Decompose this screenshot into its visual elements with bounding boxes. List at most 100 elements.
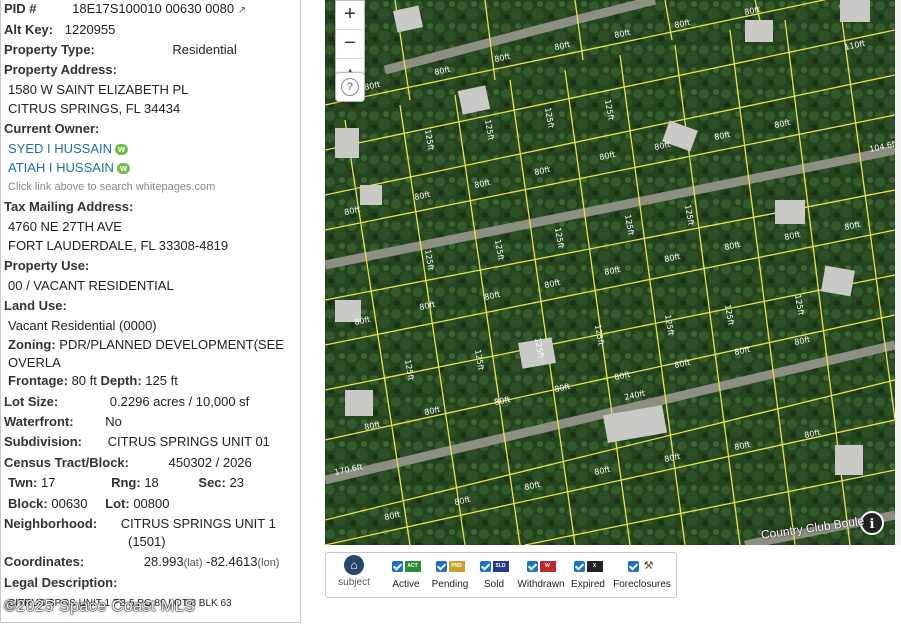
lot-size-row: Lot Size: 0.2296 acres / 10,000 sf — [4, 393, 249, 410]
withdrawn-icon: W — [539, 561, 556, 572]
owner-link-2[interactable]: ATIAH I HUSSAIN w — [8, 159, 130, 176]
help-icon: ? — [341, 78, 359, 96]
legend-label: Active — [392, 579, 420, 590]
foreclosures-checkbox[interactable] — [627, 561, 639, 572]
legend-foreclosures[interactable]: ⚒ Foreclosures — [612, 553, 672, 597]
sec-label: Sec: — [198, 475, 226, 490]
mailing-label: Tax Mailing Address: — [4, 199, 134, 214]
legend-label: Foreclosures — [613, 579, 671, 590]
waterfront-row: Waterfront: No — [4, 413, 122, 430]
address-line2: CITRUS SPRINGS, FL 34434 — [8, 101, 181, 116]
pending-checkbox[interactable] — [435, 561, 447, 572]
zoning-row: Zoning: PDR/PLANNED DEVELOPMENT(SEE — [8, 336, 284, 353]
pending-icon: PND — [448, 561, 465, 572]
alt-key-value: 1220955 — [64, 22, 116, 37]
coordinates-row: Coordinates: 28.993(lat) -82.4613(lon) — [4, 553, 279, 572]
mailing-line1: 4760 NE 27TH AVE — [8, 219, 122, 234]
census-label: Census Tract/Block: — [4, 455, 129, 470]
zoning-label: Zoning: — [8, 337, 56, 352]
expired-checkbox[interactable] — [573, 561, 585, 572]
subject-label: subject — [338, 577, 370, 588]
legend-active[interactable]: ACT Active — [388, 553, 424, 597]
longitude-value: -82.4613 — [206, 554, 258, 569]
frontage-row: Frontage: 80 ft Depth: 125 ft — [8, 372, 178, 389]
lot-value: 00800 — [133, 496, 170, 511]
pid-label: PID # — [4, 1, 37, 16]
twn-rng-sec-row: Twn: 17 Rng: 18 Sec: 23 — [8, 474, 244, 491]
property-type-label: Property Type: — [4, 42, 95, 57]
alt-key-label: Alt Key: — [4, 22, 54, 37]
zoning-value: PDR/PLANNED DEVELOPMENT(SEE — [59, 337, 284, 352]
property-use-label: Property Use: — [4, 258, 90, 273]
alt-key-row: Alt Key: 1220955 — [4, 21, 115, 38]
address-line1: 1580 W SAINT ELIZABETH PL — [8, 82, 189, 97]
legend-sold[interactable]: SLD Sold — [476, 553, 512, 597]
subdivision-row: Subdivision: CITRUS SPRINGS UNIT 01 — [4, 433, 270, 450]
zoom-in-button[interactable]: + — [336, 1, 364, 30]
copyright-watermark: ©2025 Space Coast MLS — [4, 598, 196, 615]
pid-row: PID # 18E17S100010 00630 0080 ↗ — [4, 0, 246, 19]
whitepages-icon[interactable]: w — [116, 163, 130, 175]
owner-name[interactable]: SYED I HUSSAIN — [8, 141, 112, 156]
map-side-strip — [895, 0, 901, 545]
whitepages-icon[interactable]: w — [115, 144, 129, 156]
neighborhood-label: Neighborhood: — [4, 516, 98, 531]
block-label: Block: — [8, 496, 48, 511]
block-value: 00630 — [51, 496, 88, 511]
sold-checkbox[interactable] — [479, 561, 491, 572]
expired-icon: X — [586, 561, 603, 572]
active-icon: ACT — [404, 561, 421, 572]
rng-value: 18 — [144, 475, 159, 490]
sold-icon: SLD — [492, 561, 509, 572]
satellite-map[interactable]: 80ft 80ft 80ft 80ft 80ft 80ft 80ft 110ft 80ft 80f… — [325, 0, 895, 545]
sec-value: 23 — [229, 475, 244, 490]
census-row: Census Tract/Block: 450302 / 2026 — [4, 454, 252, 471]
frontage-label: Frontage: — [8, 373, 68, 388]
active-checkbox[interactable] — [391, 561, 403, 572]
help-button[interactable]: ? — [335, 72, 365, 102]
legend-label: Withdrawn — [517, 579, 565, 590]
legend-label: Expired — [571, 579, 605, 590]
legend-withdrawn[interactable]: W Withdrawn — [516, 553, 566, 597]
owner-name[interactable]: ATIAH I HUSSAIN — [8, 160, 114, 175]
twn-value: 17 — [40, 475, 56, 490]
land-use-label: Land Use: — [4, 298, 67, 313]
map-imagery: 80ft80ft80ft80ft80ft80ft80ft110ft80ft80f… — [325, 0, 895, 545]
property-type-value: Residential — [172, 42, 237, 57]
withdrawn-checkbox[interactable] — [526, 561, 538, 572]
legend-expired[interactable]: X Expired — [568, 553, 608, 597]
subdivision-value: CITRUS SPRINGS UNIT 01 — [107, 434, 270, 449]
listing-legend: ⌂ subject ACT Active PND Pending SLD Sol… — [325, 552, 677, 598]
depth-label: Depth: — [100, 373, 142, 388]
waterfront-value: No — [105, 414, 122, 429]
waterfront-label: Waterfront: — [4, 414, 74, 429]
longitude-unit: (lon) — [257, 557, 280, 569]
property-info-panel: PID # 18E17S100010 00630 0080 ↗ Alt Key:… — [0, 0, 301, 623]
neighborhood-code: (1501) — [128, 534, 166, 549]
neighborhood-row: Neighborhood: CITRUS SPRINGS UNIT 1 — [4, 515, 276, 532]
legend-pending[interactable]: PND Pending — [430, 553, 470, 597]
twn-label: Twn: — [8, 475, 38, 490]
latitude-value: 28.993 — [143, 554, 184, 569]
owner-label: Current Owner: — [4, 121, 100, 136]
coordinates-label: Coordinates: — [4, 554, 85, 569]
lot-size-value: 0.2296 acres / 10,000 sf — [109, 394, 250, 409]
house-icon: ⌂ — [344, 555, 364, 575]
zoning-value-cont: OVERLA — [8, 355, 61, 370]
neighborhood-value: CITRUS SPRINGS UNIT 1 — [120, 516, 276, 531]
depth-value: 125 ft — [145, 373, 178, 388]
external-link-icon[interactable]: ↗ — [238, 5, 246, 16]
legend-label: Pending — [431, 579, 469, 590]
owner-link-1[interactable]: SYED I HUSSAIN w — [8, 140, 129, 157]
block-lot-row: Block: 00630 Lot: 00800 — [8, 495, 169, 512]
land-use-value: Vacant Residential (0000) — [8, 318, 157, 333]
legal-description-label: Legal Description: — [4, 575, 118, 590]
owner-hint: Click link above to search whitepages.co… — [8, 181, 216, 193]
latitude-unit: (lat) — [183, 557, 203, 569]
subject-toggle[interactable]: ⌂ subject — [334, 555, 374, 588]
property-type-row: Property Type: Residential — [4, 41, 237, 58]
zoom-out-button[interactable]: − — [336, 30, 364, 59]
gavel-icon: ⚒ — [643, 560, 654, 572]
mailing-line2: FORT LAUDERDALE, FL 33308-4819 — [8, 238, 229, 253]
frontage-value: 80 ft — [71, 373, 97, 388]
